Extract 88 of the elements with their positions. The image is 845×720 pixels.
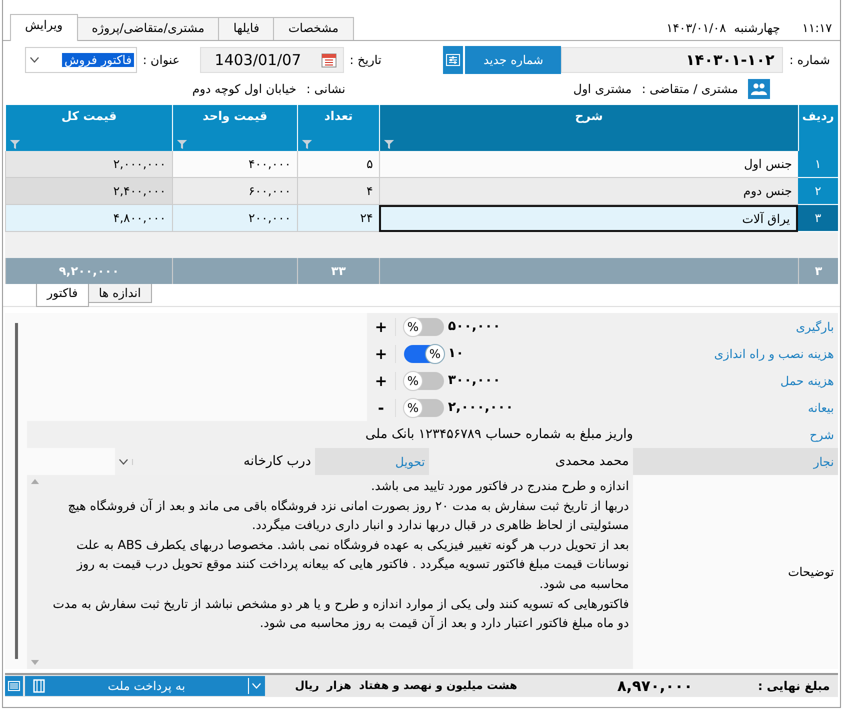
remarks-paragraph: بعد از تحویل درب هر گونه تغییر فیزیکی به عهده فروشگاه نمی باشد. مخصوصا دربهای یکطرف ABS به علت نوسانات قیمت مبلغ فاکتور تسویه میگردد . فاکتور هایی که بیعانه پرداخت کنند موقع تحویل درب قیمت به روز محاسبه می شود. (75, 536, 629, 593)
amount-in-words: هشت میلیون و نهصد و هفتاد هزار ریال (295, 678, 518, 694)
date-field[interactable]: 1403/01/07 (200, 47, 344, 73)
new-number-button[interactable]: شماره جدید (465, 46, 562, 74)
total-amount: ۹,۲۰۰,۰۰۰ (5, 258, 172, 284)
customer-name: مشتری اول (573, 82, 632, 96)
sign-button[interactable]: + (373, 318, 396, 336)
tab[interactable]: فایلها (218, 17, 274, 40)
delivery-label: تحویل (315, 448, 429, 475)
percent-toggle[interactable]: % (404, 344, 444, 362)
sign-button[interactable]: + (373, 372, 396, 390)
row-number[interactable]: ۲ (798, 178, 838, 205)
remarks-paragraph: اندازه و طرح مندرج در فاکتور مورد تایید می باشد. (370, 478, 629, 495)
tab[interactable]: مشتری/متقاضی/پروژه (76, 17, 220, 40)
calendar-icon[interactable] (320, 52, 337, 68)
table-cell: جنس دوم (379, 178, 798, 205)
settings-button[interactable] (5, 676, 23, 696)
column-header[interactable]: شرح (379, 105, 798, 151)
total-quantity: ۳۳ (297, 258, 379, 284)
remarks-paragraph: دربها از تاریخ ثبت سفارش به مدت ۲۰ روز بصورت امانی نزد فروشگاه باقی می ماند و بعد از آن فروشگاه هیچ مسئولیتی از لحاظ ظاهری در قبال دربها ندارد و انبار داری دریافت میگردد. (66, 498, 629, 534)
table-cell: جنس اول (379, 151, 798, 178)
table-cell: ۲,۰۰۰,۰۰۰ (5, 151, 172, 178)
filter-icon[interactable] (384, 139, 394, 149)
total-count: ۳ (798, 258, 838, 284)
column-header[interactable]: قیمت واحد (172, 105, 297, 151)
date-label: تاریخ : (350, 53, 382, 67)
title-label: عنوان : (142, 53, 180, 67)
address-text: خیابان اول کوچه دوم (192, 82, 296, 96)
sign-button[interactable]: - (373, 398, 396, 416)
people-icon (751, 82, 767, 96)
sign-button[interactable]: + (373, 344, 396, 362)
table-cell: ۴,۸۰۰,۰۰۰ (5, 205, 172, 232)
delivery-dropdown[interactable]: درب کارخانه (115, 448, 315, 475)
tab[interactable]: مشخصات (273, 17, 354, 40)
percent-toggle[interactable]: % (404, 318, 444, 336)
date-text: ۱۴۰۳/۰۱/۰۸ (666, 21, 726, 35)
remarks-paragraph: فاکتورهایی که تسویه کنند ولی یکی از موارد اندازه و طرح و یا هر دو مشخص نباشد از تاریخ ثبت سفارش به مدت دو ماه مبلغ فاکتور اعتبار دارد و بعد از آن قیمت به روز محاسبه می شود. (52, 596, 629, 632)
note-label: شرح (633, 421, 838, 448)
charge-label: بارگیری (633, 313, 838, 340)
table-cell: ۴۰۰,۰۰۰ (172, 151, 297, 178)
weekday-text: چهارشنبه (734, 21, 780, 35)
percent-toggle[interactable]: % (404, 398, 444, 416)
remarks-field[interactable] (27, 475, 633, 669)
charge-value: ۱۰ (448, 346, 465, 361)
number-field[interactable]: ۱۴۰۳۰۱-۱۰۲ (561, 47, 784, 73)
date-value: 1403/01/07 (214, 51, 302, 69)
charge-label: هزینه نصب و راه اندازی (633, 340, 838, 367)
number-label: شماره : (789, 53, 830, 67)
charge-value: ۳۰۰,۰۰۰ (448, 373, 502, 388)
caret-icon[interactable] (30, 57, 39, 63)
final-amount: ۸,۹۷۰,۰۰۰ (617, 677, 693, 695)
note-field[interactable]: واریز مبلغ به شماره حساب ۱۲۳۴۵۶۷۸۹ بانک ملی (27, 421, 633, 448)
row-number[interactable]: ۳ (798, 205, 838, 232)
percent-toggle[interactable]: % (404, 372, 444, 390)
row-number[interactable]: ۱ (798, 151, 838, 178)
table-cell: ۲,۴۰۰,۰۰۰ (5, 178, 172, 205)
customer-label: مشتری / متقاضی : (642, 82, 738, 96)
filter-icon[interactable] (177, 139, 187, 149)
tab[interactable]: ویرایش (10, 14, 78, 41)
charge-value: ۲,۰۰۰,۰۰۰ (448, 400, 514, 415)
address-label: نشانی : (306, 82, 346, 96)
carpenter-name[interactable]: محمد محمدی (429, 448, 633, 475)
title-dropdown[interactable]: فاکتور فروش (24, 47, 137, 73)
sub-tab[interactable]: فاکتور (36, 284, 89, 307)
charge-label: هزینه حمل (633, 367, 838, 394)
filter-icon[interactable] (10, 139, 20, 149)
final-amount-label: مبلغ نهایی : (758, 679, 830, 693)
table-cell: ۶۰۰,۰۰۰ (172, 178, 297, 205)
scroll-down-icon[interactable] (31, 660, 39, 665)
charge-value: ۵۰۰,۰۰۰ (448, 319, 502, 334)
table-cell: ۲۴ (297, 205, 379, 232)
clock-time: ۱۱:۱۷ (802, 21, 832, 35)
sub-tab[interactable]: اندازه ها (88, 284, 152, 303)
column-header[interactable]: ردیف (798, 105, 838, 151)
column-header[interactable]: تعداد (297, 105, 379, 151)
filter-icon[interactable] (302, 139, 312, 149)
payment-dropdown[interactable]: به پرداخت ملت (25, 676, 265, 696)
customer-button[interactable] (748, 79, 770, 99)
table-cell: ۵ (297, 151, 379, 178)
table-cell: ۴ (297, 178, 379, 205)
scroll-up-icon[interactable] (31, 479, 39, 484)
charge-label: بیعانه (633, 394, 838, 421)
settings-button[interactable] (443, 46, 464, 74)
table-cell: ۲۰۰,۰۰۰ (172, 205, 297, 232)
column-header[interactable]: قیمت کل (5, 105, 172, 151)
card-icon (33, 679, 45, 693)
carpenter-label: نجار (633, 448, 838, 475)
table-cell: یراق آلات (379, 205, 798, 232)
